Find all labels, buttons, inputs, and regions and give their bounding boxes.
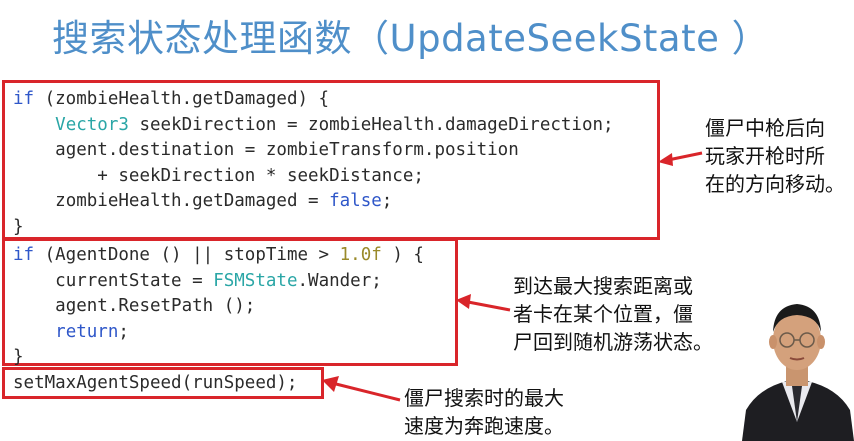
code-token: } xyxy=(13,347,24,367)
note-line: 者卡在某个位置，僵 xyxy=(513,302,693,326)
note-speed: 僵尸搜索时的最大 速度为奔跑速度。 xyxy=(404,384,564,440)
code-token: ) { xyxy=(381,245,424,265)
note-line: 尸回到随机游荡状态。 xyxy=(513,330,713,354)
code-token: currentState = xyxy=(55,270,214,291)
note-line: 僵尸中枪后向 xyxy=(705,116,825,140)
code-token: 1.0f xyxy=(339,245,382,265)
code-line: } xyxy=(13,215,24,239)
code-token: agent.destination = zombieTransform.posi… xyxy=(55,140,519,160)
note-line: 速度为奔跑速度。 xyxy=(404,414,564,438)
note-line: 僵尸搜索时的最大 xyxy=(404,386,564,410)
code-token: ; xyxy=(381,191,393,211)
code-line: agent.ResetPath (); xyxy=(13,294,255,318)
code-line: + seekDirection * seekDistance; xyxy=(13,164,424,188)
code-line: if (AgentDone () || stopTime > 1.0f ) { xyxy=(13,243,424,267)
code-block-damaged: if (zombieHealth.getDamaged) { Vector3 s… xyxy=(2,80,660,240)
code-token: zombieHealth.getDamaged = xyxy=(55,191,330,211)
code-token: + seekDirection * seekDistance; xyxy=(97,165,424,186)
code-token: if xyxy=(13,245,35,265)
note-agent-done: 到达最大搜索距离或 者卡在某个位置，僵 尸回到随机游荡状态。 xyxy=(513,272,713,356)
code-token: ; xyxy=(118,321,129,342)
note-line: 在的方向移动。 xyxy=(705,172,845,196)
code-token: .Wander; xyxy=(297,270,382,291)
code-token: seekDirection = zombieHealth.damageDirec… xyxy=(128,114,614,135)
code-line: Vector3 seekDirection = zombieHealth.dam… xyxy=(13,113,614,137)
code-line: if (zombieHealth.getDamaged) { xyxy=(13,87,329,111)
code-block-agent-done: if (AgentDone () || stopTime > 1.0f ) { … xyxy=(2,238,458,369)
code-token: FSMState xyxy=(213,270,298,291)
code-token: (zombieHealth.getDamaged) { xyxy=(34,89,330,109)
code-line: setMaxAgentSpeed(runSpeed); xyxy=(13,371,297,395)
note-line: 到达最大搜索距离或 xyxy=(513,274,693,298)
code-token: if xyxy=(13,89,35,109)
code-line: } xyxy=(13,345,24,369)
arrow-icon xyxy=(658,151,703,166)
slide-title: 搜索状态处理函数（UpdateSeekState ） xyxy=(52,17,770,60)
code-line: currentState = FSMState.Wander; xyxy=(13,269,382,293)
code-block-speed: setMaxAgentSpeed(runSpeed); xyxy=(2,367,324,399)
code-line: agent.destination = zombieTransform.posi… xyxy=(13,138,519,162)
code-token: Vector3 xyxy=(55,114,129,135)
note-damaged: 僵尸中枪后向 玩家开枪时所 在的方向移动。 xyxy=(705,114,845,198)
code-token: agent.ResetPath (); xyxy=(55,296,256,316)
code-token: setMaxAgentSpeed(runSpeed); xyxy=(13,373,298,393)
note-line: 玩家开枪时所 xyxy=(705,144,825,168)
arrow-icon xyxy=(322,376,401,402)
code-token: (AgentDone () || stopTime > xyxy=(34,245,340,265)
code-line: return; xyxy=(13,320,129,344)
code-line: zombieHealth.getDamaged = false; xyxy=(13,189,392,213)
code-token: false xyxy=(329,191,382,211)
arrow-icon xyxy=(456,294,511,312)
code-token: return xyxy=(55,321,119,342)
presenter-video-thumbnail xyxy=(740,282,854,441)
code-token: } xyxy=(13,216,24,237)
